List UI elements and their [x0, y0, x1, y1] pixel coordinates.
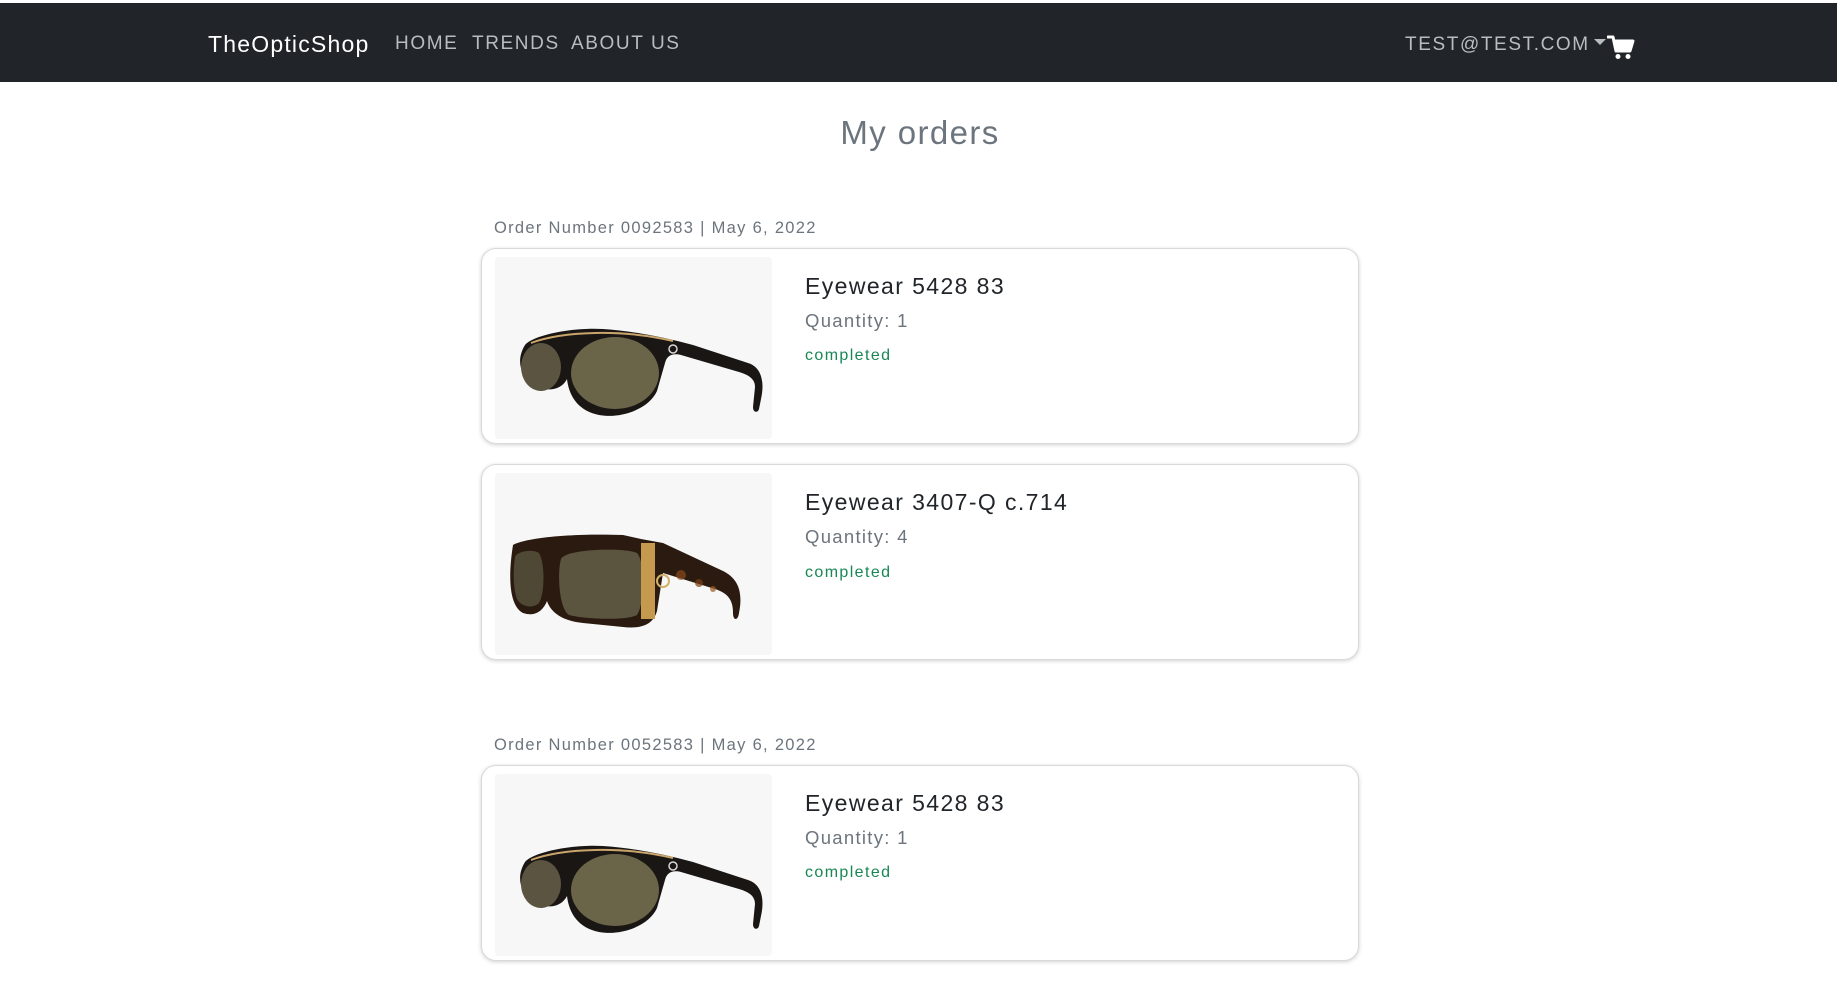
page-title: My orders	[840, 114, 1000, 151]
nav-link-about-us[interactable]: ABOUT US	[571, 33, 681, 55]
order-status: completed	[805, 564, 892, 581]
shopping-cart-icon[interactable]	[1606, 33, 1635, 61]
product-quantity: Quantity: 1	[805, 310, 909, 331]
product-image	[495, 257, 772, 439]
order-number-label: Order Number 0052583 | May 6, 2022	[494, 736, 817, 754]
brand-logo-link[interactable]: TheOpticShop	[208, 31, 369, 58]
product-quantity: Quantity: 4	[805, 526, 909, 547]
nav-link-home[interactable]: HOME	[395, 33, 458, 55]
order-status: completed	[805, 864, 892, 881]
user-email-label: TEST@TEST.COM	[1405, 34, 1590, 55]
product-quantity: Quantity: 1	[805, 827, 909, 848]
order-item-card[interactable]: Eyewear 5428 83 Quantity: 1 completed	[481, 765, 1359, 961]
order-item-card[interactable]: Eyewear 3407-Q c.714 Quantity: 4 complet…	[481, 464, 1359, 660]
product-name: Eyewear 5428 83	[805, 790, 1006, 816]
order-item-card[interactable]: Eyewear 5428 83 Quantity: 1 completed	[481, 248, 1359, 444]
page: TheOpticShop HOME TRENDS ABOUT US TEST@T…	[0, 0, 1837, 981]
nav-link-trends[interactable]: TRENDS	[472, 33, 560, 55]
product-image	[495, 774, 772, 956]
product-name: Eyewear 3407-Q c.714	[805, 489, 1069, 515]
order-number-label: Order Number 0092583 | May 6, 2022	[494, 219, 817, 237]
product-name: Eyewear 5428 83	[805, 273, 1006, 299]
product-image	[495, 473, 772, 655]
navbar: TheOpticShop HOME TRENDS ABOUT US TEST@T…	[0, 3, 1837, 82]
chevron-down-icon	[1593, 39, 1606, 45]
order-status: completed	[805, 347, 892, 364]
user-dropdown[interactable]: TEST@TEST.COM	[1405, 33, 1606, 57]
